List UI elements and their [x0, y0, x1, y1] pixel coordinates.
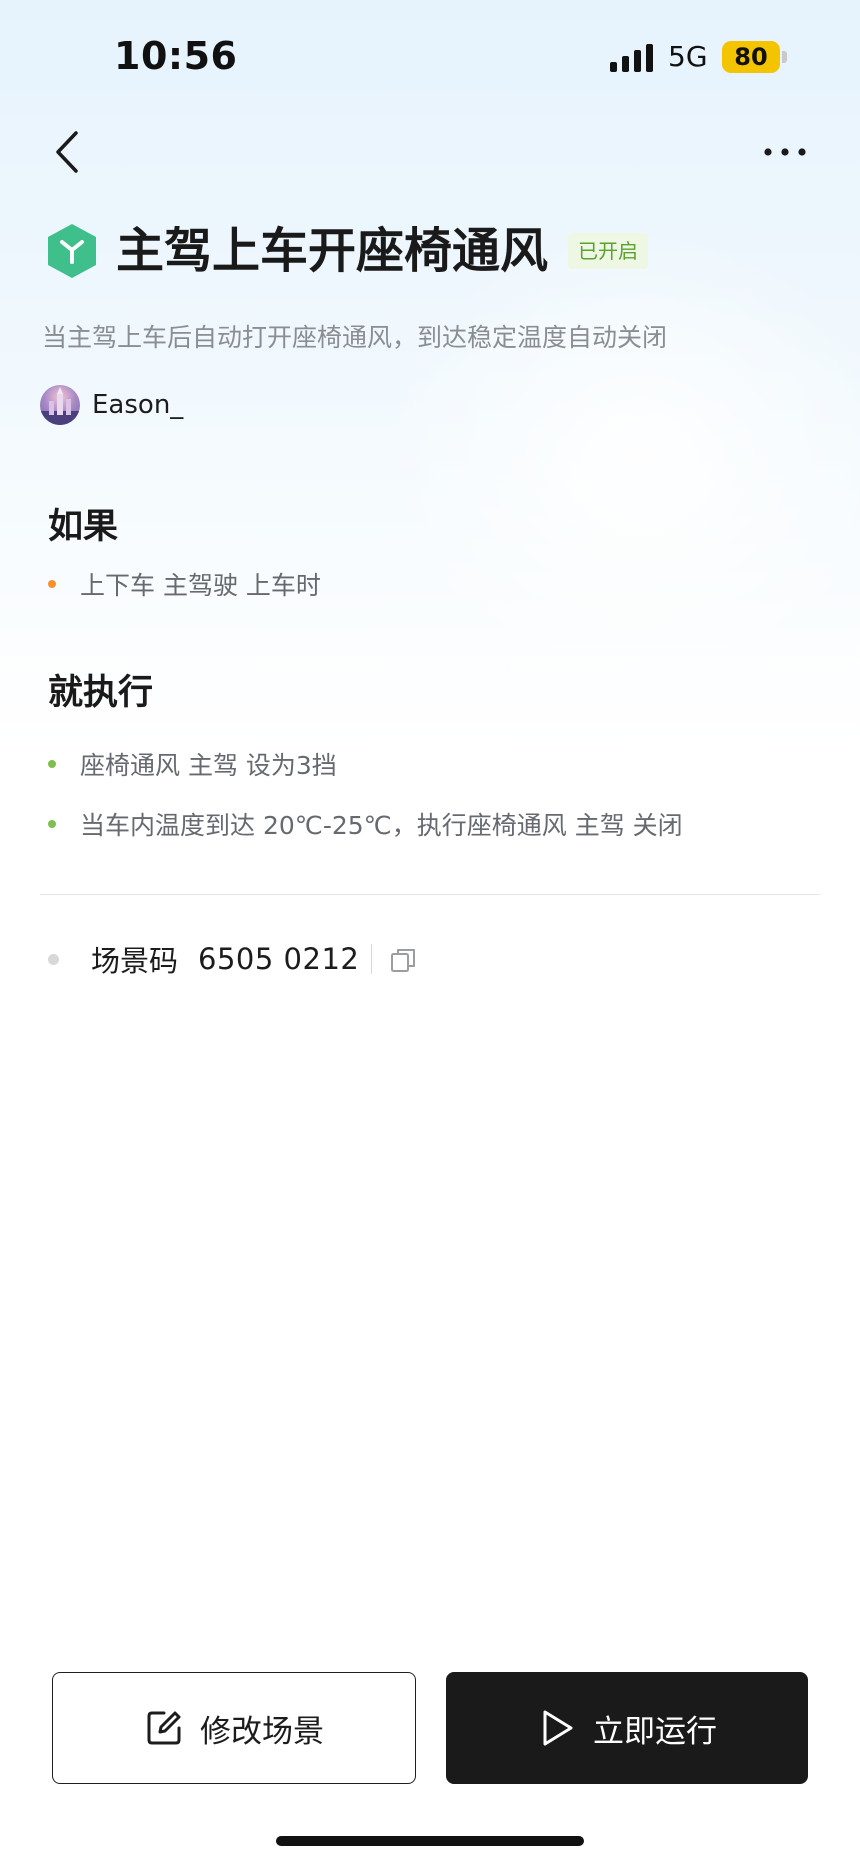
page-title: 主驾上车开座椅通风 [116, 223, 549, 279]
bullet-dot [48, 820, 56, 828]
bullet-dot [48, 760, 56, 768]
scene-code-label: 场景码 [91, 944, 179, 978]
chevron-left-icon [56, 131, 78, 173]
action-text: 当车内温度到达 20℃-25℃，执行座椅通风 主驾 关闭 [80, 811, 683, 840]
signal-icon [610, 44, 656, 72]
run-now-button[interactable]: 立即运行 [446, 1672, 808, 1784]
if-heading: 如果 [48, 507, 119, 547]
play-icon [543, 1710, 573, 1746]
battery-icon: 80 [722, 41, 780, 73]
battery-cap [782, 51, 787, 63]
battery-level: 80 [734, 43, 768, 71]
scene-code-row: 场景码 6505 0212 [48, 938, 416, 980]
bullet-dot [48, 580, 56, 588]
then-heading: 就执行 [48, 673, 154, 713]
home-indicator[interactable] [276, 1836, 584, 1846]
divider [40, 894, 820, 895]
bullet-dot [48, 953, 59, 965]
author-name[interactable]: Eason_ [92, 390, 183, 420]
scene-description: 当主驾上车后自动打开座椅通风，到达稳定温度自动关闭 [42, 323, 668, 352]
avatar[interactable] [40, 385, 80, 425]
list-item: 座椅通风 主驾 设为3挡 [48, 746, 337, 782]
header-glow [380, 220, 860, 700]
condition-text: 上下车 主驾驶 上车时 [80, 571, 321, 600]
list-item: 上下车 主驾驶 上车时 [48, 566, 321, 602]
list-item: 当车内温度到达 20℃-25℃，执行座椅通风 主驾 关闭 [48, 806, 683, 842]
edit-scene-button[interactable]: 修改场景 [52, 1672, 416, 1784]
more-horizontal-icon [764, 148, 806, 156]
scene-hexagon-icon [44, 222, 100, 280]
edit-scene-label: 修改场景 [200, 1713, 324, 1750]
run-now-label: 立即运行 [593, 1713, 717, 1750]
separator [371, 944, 373, 974]
status-badge: 已开启 [568, 233, 648, 269]
back-button[interactable] [44, 124, 90, 180]
action-text: 座椅通风 主驾 设为3挡 [80, 751, 337, 780]
status-time: 10:56 [114, 34, 238, 78]
edit-icon [147, 1711, 181, 1745]
copy-icon [391, 949, 416, 972]
network-type: 5G [668, 40, 708, 73]
more-button[interactable] [760, 130, 810, 174]
scene-code-value: 6505 0212 [198, 942, 360, 976]
copy-button[interactable] [390, 946, 416, 972]
